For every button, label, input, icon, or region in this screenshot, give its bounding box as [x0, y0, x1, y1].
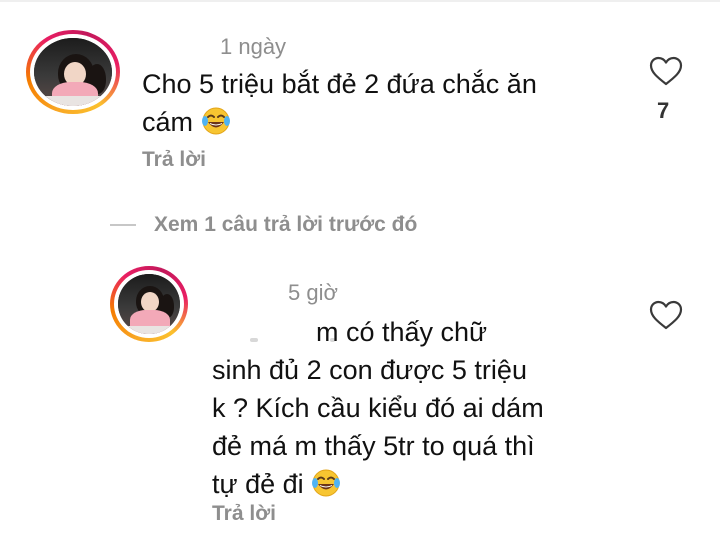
comment-2-line-1-row: m có thấy chữ: [212, 313, 612, 351]
avatar-comment-1[interactable]: [26, 30, 120, 114]
comment-2-timestamp: 5 giờ: [288, 280, 338, 305]
heart-icon[interactable]: [649, 56, 683, 86]
heart-icon[interactable]: [649, 300, 683, 330]
comment-1-text: Cho 5 triệu bắt đẻ 2 đứa chắc ăn cám: [142, 65, 602, 141]
comment-2-reply-button[interactable]: Trả lời: [212, 502, 276, 526]
reply-thread-dash: [110, 224, 136, 226]
comment-1-line-1: Cho 5 triệu bắt đẻ 2 đứa chắc ăn: [142, 69, 537, 99]
face-with-tears-of-joy-icon: [312, 469, 341, 497]
comment-2-line-1: m có thấy chữ: [316, 317, 488, 347]
comment-1-timestamp: 1 ngày: [220, 34, 287, 59]
comment-2-line-4: đẻ má m thấy 5tr to quá thì: [212, 431, 535, 461]
top-divider: [0, 0, 720, 2]
comment-1-line-2: cám: [142, 107, 194, 137]
avatar-comment-2[interactable]: [110, 266, 188, 342]
comment-2-text: m có thấy chữ sinh đủ 2 con được 5 triệu…: [212, 313, 612, 503]
face-with-tears-of-joy-icon: [201, 107, 230, 135]
comment-2-line-5-row: tự đẻ đi: [212, 465, 612, 503]
comment-2-line-3: k ? Kích cầu kiểu đó ai dám: [212, 393, 544, 423]
view-previous-replies-button[interactable]: Xem 1 câu trả lời trước đó: [110, 210, 417, 240]
comment-1-like-count: 7: [657, 98, 670, 123]
comment-1-line-2-row: cám: [142, 103, 602, 141]
comment-1-reply-button[interactable]: Trả lời: [142, 148, 206, 172]
comment-2-line-5: tự đẻ đi: [212, 469, 304, 499]
comment-2-line-2: sinh đủ 2 con được 5 triệu: [212, 355, 527, 385]
comments-screen: 1 ngày Cho 5 triệu bắt đẻ 2 đứa chắc ăn …: [0, 0, 720, 554]
view-previous-replies-label: Xem 1 câu trả lời trước đó: [154, 213, 418, 236]
